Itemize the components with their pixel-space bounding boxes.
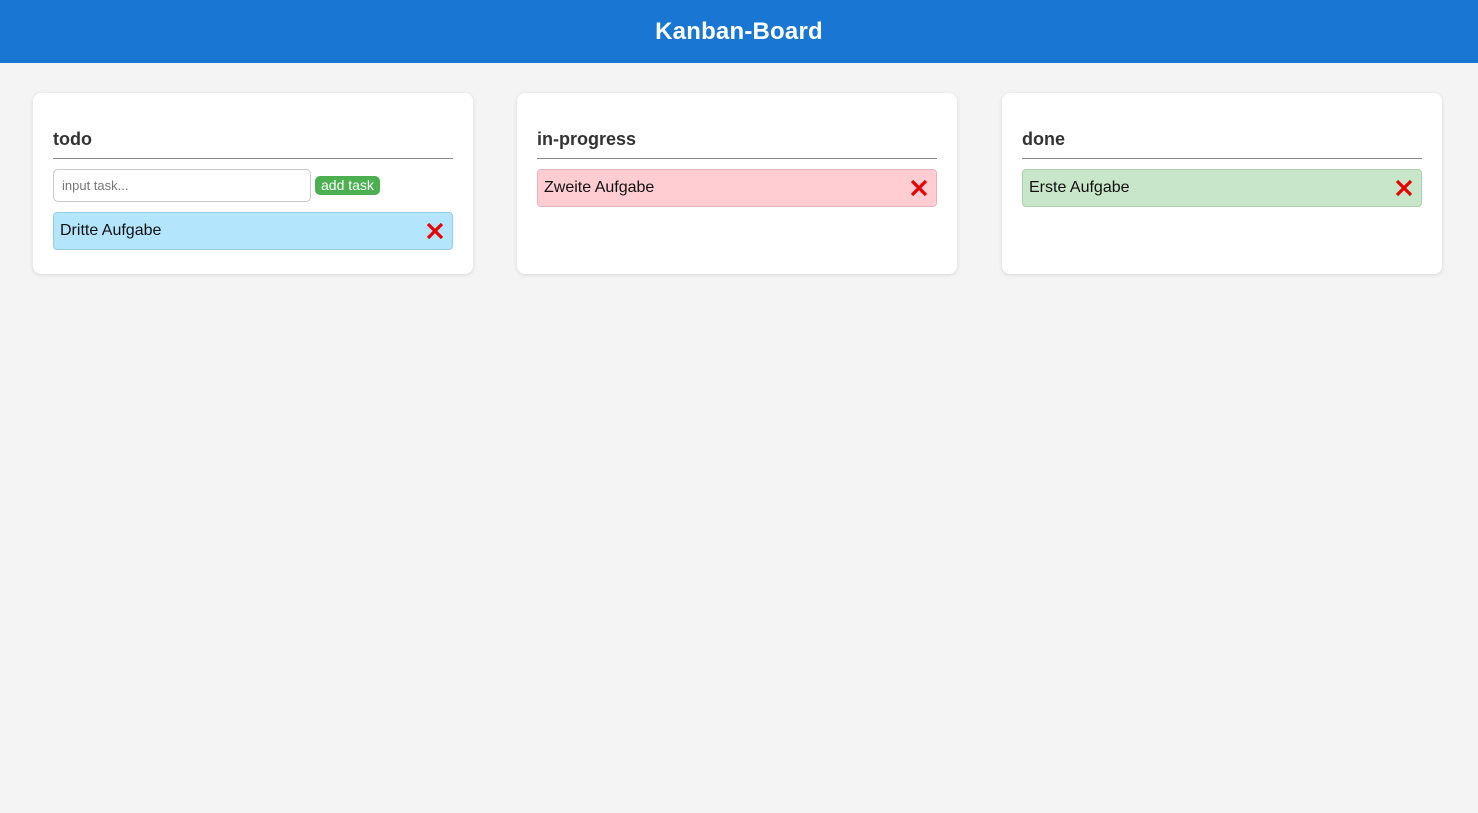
column-title-todo: todo	[53, 129, 453, 159]
task-text: Dritte Aufgabe	[60, 222, 162, 239]
close-icon[interactable]	[1393, 177, 1415, 199]
task-text: Zweite Aufgabe	[544, 179, 655, 196]
add-task-row: add task	[53, 169, 453, 202]
add-task-button[interactable]: add task	[315, 176, 380, 195]
column-todo: todo add task Dritte Aufgabe	[33, 93, 473, 274]
close-icon[interactable]	[424, 220, 446, 242]
column-done: done Erste Aufgabe	[1002, 93, 1442, 274]
task-input[interactable]	[53, 169, 311, 202]
column-title-in-progress: in-progress	[537, 129, 937, 159]
column-title-done: done	[1022, 129, 1422, 159]
task-text: Erste Aufgabe	[1029, 179, 1130, 196]
page-title: Kanban-Board	[655, 17, 823, 45]
task-card[interactable]: Zweite Aufgabe	[537, 169, 937, 207]
app-header: Kanban-Board	[0, 0, 1478, 63]
task-card[interactable]: Dritte Aufgabe	[53, 212, 453, 250]
close-icon[interactable]	[908, 177, 930, 199]
task-card[interactable]: Erste Aufgabe	[1022, 169, 1422, 207]
kanban-board: todo add task Dritte Aufgabe in-progress…	[0, 63, 1478, 813]
column-in-progress: in-progress Zweite Aufgabe	[517, 93, 957, 274]
